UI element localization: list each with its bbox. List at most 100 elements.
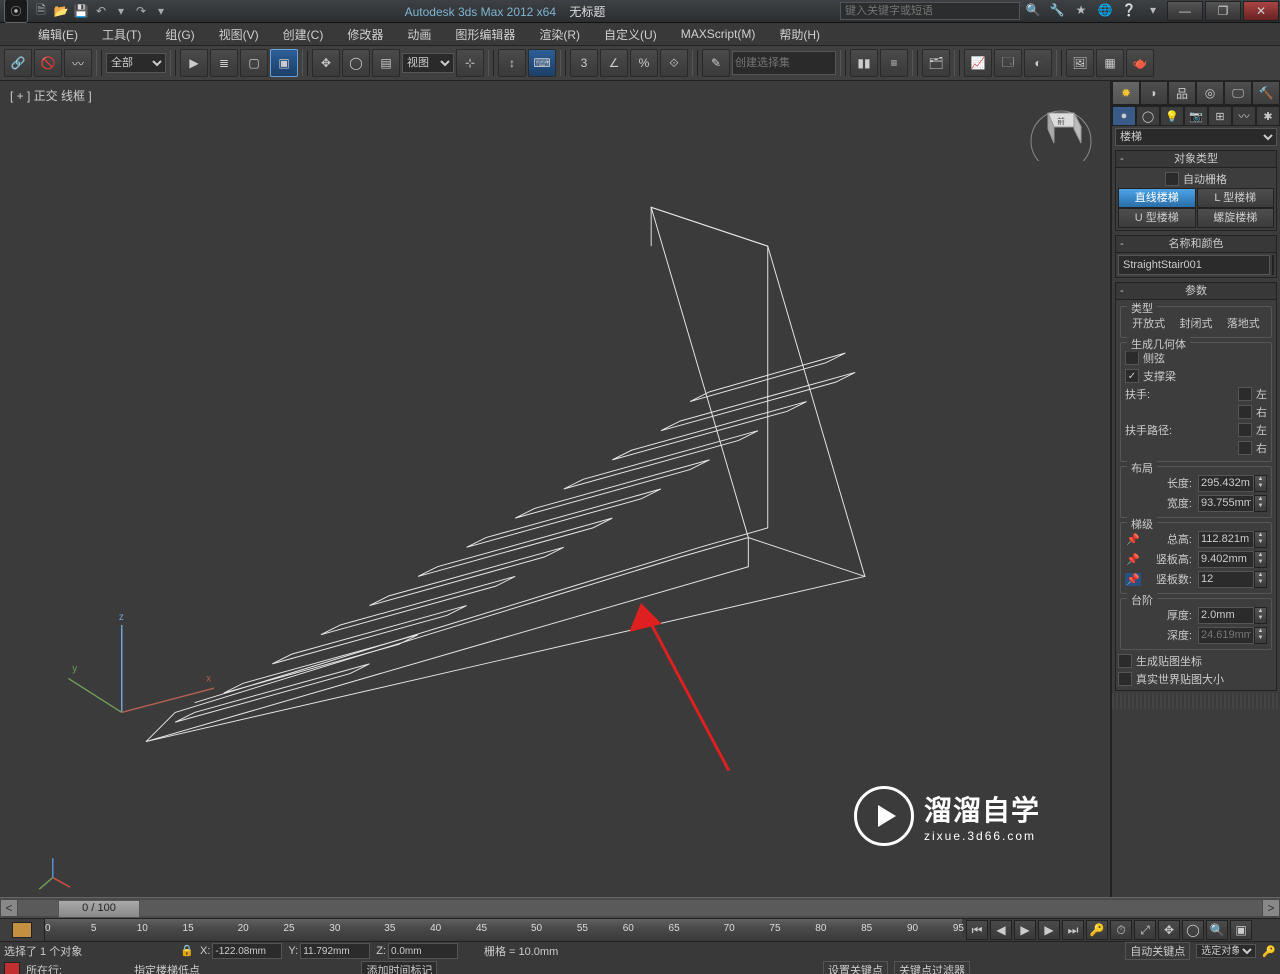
autogrid-checkbox[interactable] — [1165, 172, 1179, 186]
bind-icon[interactable]: 〰 — [64, 49, 92, 77]
time-prev[interactable]: < — [1, 900, 17, 916]
riser-input[interactable] — [1198, 551, 1254, 568]
link-icon[interactable]: 🔗 — [4, 49, 32, 77]
selection-filter[interactable]: 全部 — [106, 53, 166, 73]
render-icon[interactable]: 🫖 — [1126, 49, 1154, 77]
rect-sel-icon[interactable]: ▢ — [240, 49, 268, 77]
iso-sel-icon[interactable]: ⤢ — [1134, 920, 1156, 940]
sub-space-icon[interactable]: 〰 — [1232, 106, 1256, 126]
menu-edit[interactable]: 编辑(E) — [32, 24, 84, 45]
qa-dd2-icon[interactable]: ▾ — [152, 3, 170, 19]
tab-modify-icon[interactable]: ◗ — [1140, 81, 1168, 105]
window-crossing-icon[interactable]: ▣ — [270, 49, 298, 77]
rollout-name[interactable]: 名称和颜色 — [1169, 238, 1224, 250]
sub-geom-icon[interactable]: ● — [1112, 106, 1136, 126]
addtime-label[interactable]: 添加时间标记 — [361, 961, 437, 974]
key-mode-icon[interactable]: 🔑 — [1086, 920, 1108, 940]
pin2-icon[interactable]: 📌 — [1125, 553, 1141, 566]
qa-open-icon[interactable]: 📂 — [52, 3, 70, 19]
width-input[interactable] — [1198, 495, 1254, 512]
tab-display-icon[interactable]: 🖵 — [1224, 81, 1252, 105]
sub-cam-icon[interactable]: 📷 — [1184, 106, 1208, 126]
key-icon2[interactable]: 🔑 — [1262, 945, 1276, 958]
render-setup-icon[interactable]: 🖼 — [1066, 49, 1094, 77]
binoculars-icon[interactable]: 🔍 — [1024, 3, 1042, 19]
color-swatch[interactable] — [1272, 255, 1274, 275]
sub-light-icon[interactable]: 💡 — [1160, 106, 1184, 126]
object-name-input[interactable] — [1118, 255, 1270, 275]
tab-motion-icon[interactable]: ◎ — [1196, 81, 1224, 105]
play-next-icon[interactable]: ▶ — [1038, 920, 1060, 940]
pivot-icon[interactable]: ⊹ — [456, 49, 484, 77]
close-button[interactable]: ✕ — [1243, 1, 1279, 21]
coord-x[interactable] — [212, 943, 282, 959]
layer-icon[interactable]: 🗂 — [922, 49, 950, 77]
time-cfg-icon[interactable]: ⏱ — [1110, 920, 1132, 940]
sub-help-icon[interactable]: ⊞ — [1208, 106, 1232, 126]
editsel-icon[interactable]: ✎ — [702, 49, 730, 77]
spinner-snap-icon[interactable]: ⟐ — [660, 49, 688, 77]
key-icon[interactable] — [12, 922, 32, 938]
menu-graph[interactable]: 图形编辑器 — [449, 24, 521, 45]
coord-y[interactable] — [300, 943, 370, 959]
length-input[interactable] — [1198, 475, 1254, 492]
ck-support[interactable]: ✓ — [1125, 369, 1139, 383]
menu-anim[interactable]: 动画 — [401, 24, 437, 45]
app-icon[interactable]: ⦿ — [4, 0, 28, 23]
qa-undo-icon[interactable]: ↶ — [92, 3, 110, 19]
category-select[interactable]: 楼梯 — [1115, 128, 1277, 146]
key-target[interactable]: 选定对象 — [1196, 944, 1256, 958]
ref-coord[interactable]: 视图 — [402, 53, 454, 73]
panel-scroll[interactable] — [1112, 693, 1280, 709]
time-thumb[interactable]: 0 / 100 — [58, 900, 140, 918]
nav-pan-icon[interactable]: ✥ — [1158, 920, 1180, 940]
menu-view[interactable]: 视图(V) — [213, 24, 265, 45]
script-rec-icon[interactable] — [4, 962, 20, 974]
tab-utility-icon[interactable]: 🔨 — [1252, 81, 1280, 105]
ck-side[interactable] — [1125, 351, 1139, 365]
viewport[interactable]: [ + ] 正交 线框 ] — [0, 81, 1111, 897]
qa-new-icon[interactable]: 🗎 — [32, 3, 50, 19]
depth-input[interactable] — [1198, 627, 1254, 644]
keyfilter-button[interactable]: 关键点过滤器 — [894, 961, 970, 974]
tab-hierarchy-icon[interactable]: 品 — [1168, 81, 1196, 105]
play-start-icon[interactable]: ⏮ — [966, 920, 988, 940]
selection-set[interactable] — [732, 51, 836, 75]
move-icon[interactable]: ✥ — [312, 49, 340, 77]
globe-icon[interactable]: 🌐 — [1096, 3, 1114, 19]
thick-input[interactable] — [1198, 607, 1254, 624]
rollout-objtype[interactable]: 对象类型 — [1174, 153, 1218, 165]
schematic-icon[interactable]: 🗔 — [994, 49, 1022, 77]
menu-custom[interactable]: 自定义(U) — [598, 24, 663, 45]
setkey-button[interactable]: 设置关键点 — [823, 961, 888, 974]
play-prev-icon[interactable]: ◀ — [990, 920, 1012, 940]
pin3-icon[interactable]: 📌 — [1125, 573, 1141, 586]
rfw-icon[interactable]: ▦ — [1096, 49, 1124, 77]
wrench-icon[interactable]: 🔧 — [1048, 3, 1066, 19]
ck-hp-left[interactable] — [1238, 423, 1252, 437]
play-icon[interactable]: ▶ — [1014, 920, 1036, 940]
menu-tools[interactable]: 工具(T) — [96, 24, 147, 45]
play-end-icon[interactable]: ⏭ — [1062, 920, 1084, 940]
nav-max-icon[interactable]: ▣ — [1230, 920, 1252, 940]
autokey-button[interactable]: 自动关键点 — [1125, 942, 1190, 960]
width-spinner[interactable]: ▲▼ — [1254, 495, 1267, 512]
menu-create[interactable]: 创建(C) — [277, 24, 330, 45]
count-input[interactable] — [1198, 571, 1254, 588]
minimize-button[interactable]: — — [1167, 1, 1203, 21]
align-icon[interactable]: ≡ — [880, 49, 908, 77]
type-straight[interactable]: 直线楼梯 — [1118, 188, 1196, 208]
pct-snap-icon[interactable]: % — [630, 49, 658, 77]
keyboard-icon[interactable]: ⌨ — [528, 49, 556, 77]
type-u[interactable]: U 型楼梯 — [1118, 208, 1196, 228]
ck-hp-right[interactable] — [1238, 441, 1252, 455]
nav-zoom-icon[interactable]: 🔍 — [1206, 920, 1228, 940]
qa-save-icon[interactable]: 💾 — [72, 3, 90, 19]
menu-mod[interactable]: 修改器 — [341, 24, 389, 45]
menu-script[interactable]: MAXScript(M) — [675, 25, 762, 43]
ck-genuv[interactable] — [1118, 654, 1132, 668]
sub-shape-icon[interactable]: ◯ — [1136, 106, 1160, 126]
total-input[interactable] — [1198, 531, 1254, 548]
nav-orbit-icon[interactable]: ◯ — [1182, 920, 1204, 940]
time-next[interactable]: > — [1263, 900, 1279, 916]
